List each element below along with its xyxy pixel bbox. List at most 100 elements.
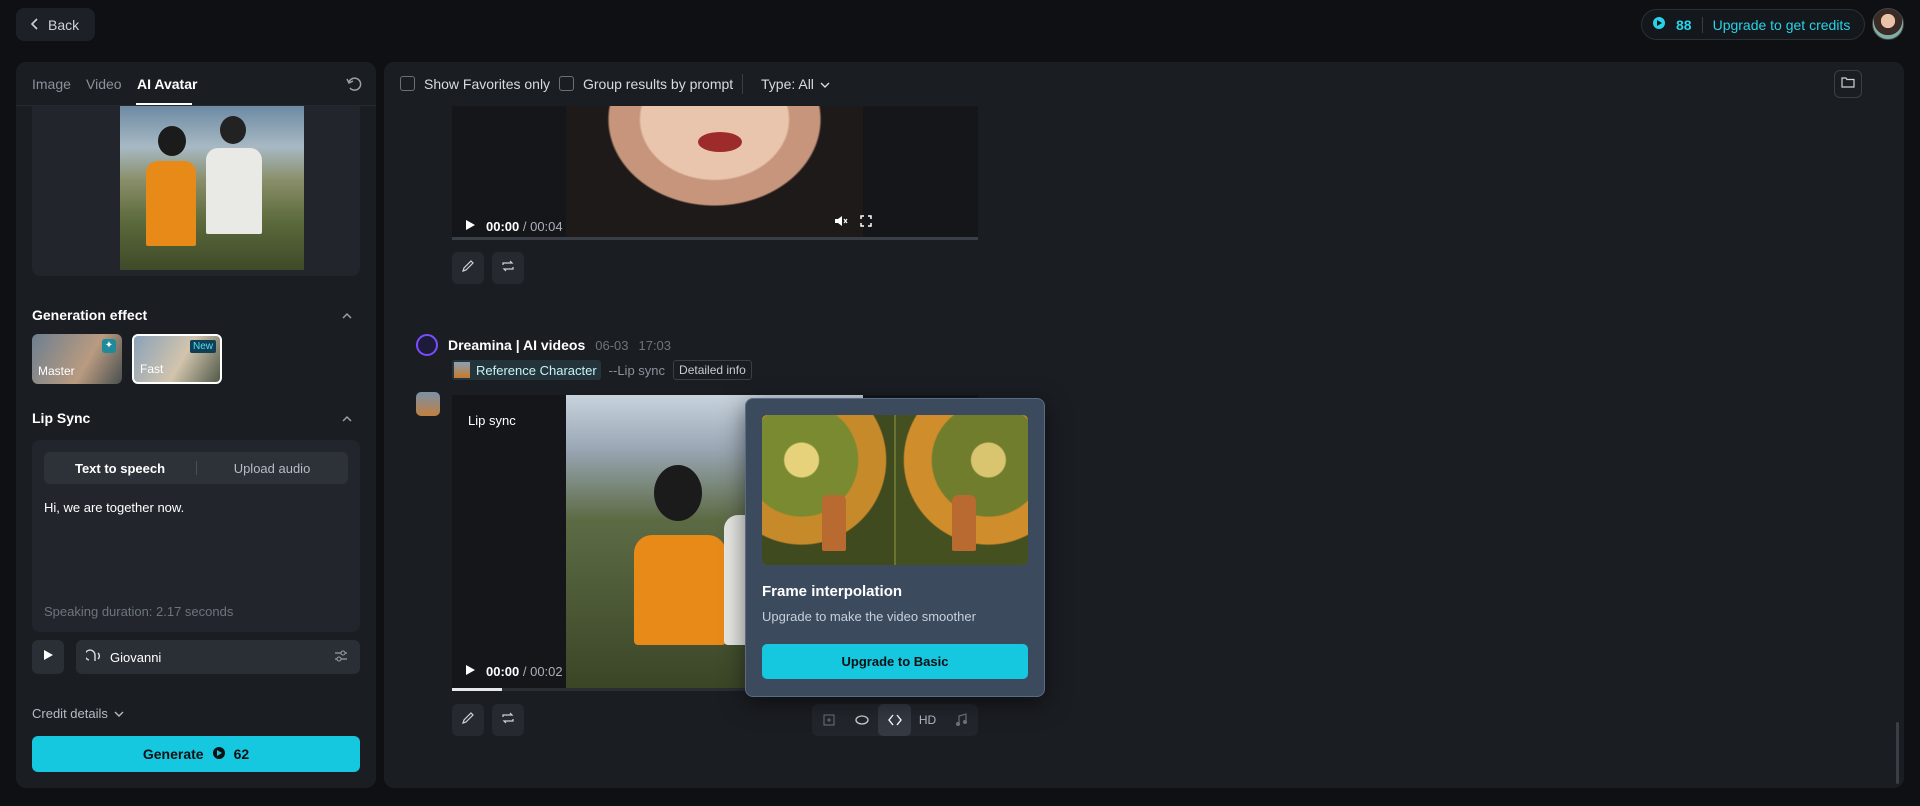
popover-title: Frame interpolation: [762, 583, 903, 600]
reference-character-chip[interactable]: Reference Character: [452, 360, 601, 380]
interpolation-preview-image: [762, 415, 1028, 565]
group-results-label[interactable]: Group results by prompt: [583, 76, 733, 92]
upload-audio-tab[interactable]: Upload audio: [196, 452, 348, 484]
mode-tabs: Image Video AI Avatar: [16, 62, 376, 106]
preview-before: [762, 415, 894, 565]
video-2-controls: 00:00 / 00:02: [464, 664, 563, 679]
lip-sync-label: Lip sync: [468, 413, 516, 428]
giraffe-figure: [952, 495, 976, 551]
play-voice-button[interactable]: [32, 640, 64, 674]
generate-button[interactable]: Generate 62: [32, 736, 360, 772]
video-1-total-time: / 00:04: [522, 219, 563, 234]
new-badge: New: [189, 340, 216, 353]
credits-pill[interactable]: 88 Upgrade to get credits: [1641, 9, 1866, 40]
chevron-down-icon: [114, 706, 124, 721]
giraffe-figure: [822, 495, 846, 551]
frame-interpolation-icon[interactable]: [878, 704, 911, 736]
active-tab-indicator: [136, 103, 192, 105]
chevron-up-icon[interactable]: [340, 309, 354, 323]
repeat-icon: [501, 259, 515, 278]
effect-master[interactable]: ✦ Master: [32, 334, 122, 384]
results-panel: Show Favorites only Group results by pro…: [384, 62, 1904, 788]
lip-sync-mode-toggle: Text to speech Upload audio: [44, 452, 348, 484]
edit-button[interactable]: [452, 252, 484, 284]
tab-image[interactable]: Image: [32, 76, 71, 92]
upgrade-to-basic-button[interactable]: Upgrade to Basic: [762, 644, 1028, 679]
filter-bar: Show Favorites only Group results by pro…: [384, 62, 1904, 106]
reference-character-image: [120, 106, 304, 270]
voice-name: Giovanni: [110, 649, 162, 665]
hd-upscale-button[interactable]: HD: [911, 704, 944, 736]
reference-label: Reference Character: [476, 362, 597, 378]
extend-icon[interactable]: [812, 704, 845, 736]
pencil-icon: [461, 259, 475, 278]
generation-time: 17:03: [638, 337, 672, 353]
group-results-checkbox[interactable]: [559, 76, 574, 91]
effect-fast-label: Fast: [140, 362, 164, 376]
type-filter-dropdown[interactable]: Type: All: [761, 76, 830, 92]
chevron-left-icon: [30, 17, 40, 33]
mute-icon[interactable]: [834, 214, 848, 232]
effect-master-label: Master: [38, 364, 75, 378]
reference-character-card[interactable]: [32, 106, 360, 276]
credit-details-toggle[interactable]: Credit details: [32, 706, 124, 721]
generate-label: Generate: [142, 746, 204, 762]
pill-divider: [1701, 16, 1703, 33]
tab-video[interactable]: Video: [86, 76, 122, 92]
favorites-label[interactable]: Show Favorites only: [424, 76, 550, 92]
regenerate-button[interactable]: [492, 704, 524, 736]
lip-sync-tag: --Lip sync: [608, 362, 666, 378]
play-icon[interactable]: [464, 219, 476, 234]
voice-settings-icon[interactable]: [334, 650, 348, 665]
generation-date: 06-03: [595, 337, 629, 353]
video-1-progress[interactable]: [452, 237, 978, 240]
generation-header: Dreamina | AI videos 06-03 17:03: [416, 334, 671, 356]
lip-sync-title: Lip Sync: [32, 410, 91, 426]
voice-icon: [84, 648, 102, 666]
filter-divider: [742, 74, 743, 94]
generate-cost: 62: [233, 746, 250, 762]
video-2-buffered: [452, 688, 502, 691]
music-icon[interactable]: [944, 704, 977, 736]
video-1-controls: 00:00 / 00:04: [464, 219, 563, 234]
credit-coin-icon: [1652, 16, 1666, 33]
user-avatar[interactable]: [1872, 8, 1904, 40]
loop-icon[interactable]: [845, 704, 878, 736]
reference-thumbnail: [454, 362, 470, 378]
folder-icon: [1841, 75, 1855, 93]
upgrade-credits-link[interactable]: Upgrade to get credits: [1713, 17, 1851, 33]
chevron-up-icon[interactable]: [340, 412, 354, 426]
figure-shirt: [634, 535, 726, 645]
regenerate-button[interactable]: [492, 252, 524, 284]
detailed-info-button[interactable]: Detailed info: [673, 360, 752, 380]
chevron-down-icon: [820, 76, 830, 92]
play-icon: [42, 648, 54, 666]
effect-fast[interactable]: New Fast: [132, 334, 222, 384]
speaking-duration: Speaking duration: 2.17 seconds: [44, 604, 234, 619]
play-icon[interactable]: [464, 664, 476, 679]
lip-sync-box: Text to speech Upload audio Hi, we are t…: [32, 440, 360, 632]
generation-source: Dreamina | AI videos: [448, 337, 586, 353]
favorites-checkbox[interactable]: [400, 76, 415, 91]
tab-ai-avatar[interactable]: AI Avatar: [137, 76, 197, 92]
video-frame-1: [566, 106, 863, 240]
fullscreen-icon[interactable]: [860, 214, 872, 232]
video-thumbnail-detail: [698, 132, 742, 152]
folder-button[interactable]: [1834, 70, 1862, 98]
edit-button[interactable]: [452, 704, 484, 736]
video-player-1[interactable]: 00:00 / 00:04: [452, 106, 978, 240]
pencil-icon: [461, 711, 475, 730]
video-2-current-time: 00:00: [486, 664, 520, 679]
back-label: Back: [48, 16, 80, 33]
text-to-speech-tab[interactable]: Text to speech: [44, 452, 196, 484]
repeat-icon: [501, 711, 515, 730]
speech-text-input[interactable]: Hi, we are together now.: [44, 500, 184, 515]
back-button[interactable]: Back: [16, 8, 96, 41]
voice-selector[interactable]: Giovanni: [76, 640, 360, 674]
reset-icon[interactable]: [344, 74, 364, 94]
scrollbar[interactable]: [1896, 722, 1899, 784]
dreamina-logo-icon: [416, 334, 438, 356]
prompt-row: Reference Character --Lip sync Detailed …: [452, 360, 752, 380]
video-tools-bar: HD: [812, 704, 978, 736]
credit-coin-icon: [212, 746, 226, 763]
